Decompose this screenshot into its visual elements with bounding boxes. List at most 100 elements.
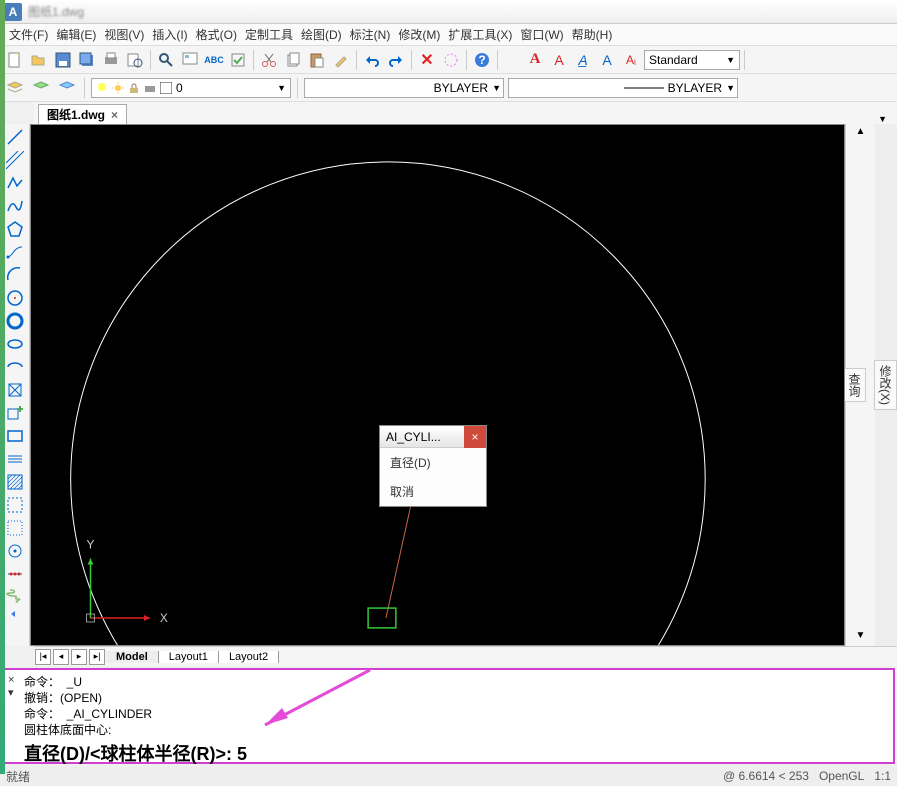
refresh-icon[interactable] [3, 609, 27, 631]
ellipse-icon[interactable] [3, 333, 27, 355]
textstyle-a3-icon[interactable]: A̲ [572, 49, 594, 71]
ellipse-arc-icon[interactable] [3, 356, 27, 378]
redo-icon[interactable] [385, 49, 407, 71]
scroll-up-icon[interactable]: ▲ [856, 126, 866, 140]
cmd-close-icon[interactable]: ×▾ [8, 674, 14, 699]
linetype-combo[interactable]: BYLAYER▼ [508, 78, 738, 98]
layout-tab-2[interactable]: Layout2 [219, 651, 279, 663]
draw-toolbar [0, 124, 30, 646]
spline-icon[interactable] [3, 195, 27, 217]
command-prompt[interactable]: 直径(D)/<球柱体半径(R)>: 5 [24, 740, 887, 766]
textstyle-a2-icon[interactable]: A [548, 49, 570, 71]
textstyle-combo[interactable]: Standard▼ [644, 50, 740, 70]
purge-icon[interactable] [440, 49, 462, 71]
divide-icon[interactable] [3, 563, 27, 585]
drawing-canvas[interactable]: X Y AI_CYLI... × 直径(D) 取消 [30, 124, 845, 646]
status-coords: @ 6.6614 < 253 [723, 769, 809, 783]
rectangle-icon[interactable] [3, 425, 27, 447]
tab-next-icon[interactable]: ▸ [71, 649, 87, 665]
layer-manager-icon[interactable] [4, 77, 26, 99]
circle-icon[interactable] [3, 287, 27, 309]
right-panel-tabs: 修改(X) 查询 视图 三维动态观察 绘图顺序 墙 [875, 124, 897, 646]
doc-tab-label: 图纸1.dwg [47, 106, 105, 123]
menu-draw[interactable]: 绘图(D) [298, 24, 345, 45]
saveall-icon[interactable] [76, 49, 98, 71]
menu-custom-tools[interactable]: 定制工具 [242, 24, 296, 45]
layout-tab-model[interactable]: Model [106, 651, 159, 663]
popup-diameter-option[interactable]: 直径(D) [380, 448, 486, 477]
help-icon[interactable]: ? [471, 49, 493, 71]
audit-icon[interactable] [227, 49, 249, 71]
textstyle-a4-icon[interactable]: A [596, 49, 618, 71]
boundary-icon[interactable] [3, 517, 27, 539]
donut-icon[interactable] [3, 310, 27, 332]
color-value: BYLAYER [434, 81, 488, 95]
ray-icon[interactable] [3, 241, 27, 263]
spell-icon[interactable]: ABC [203, 49, 225, 71]
status-text: 就绪 [6, 768, 30, 785]
open-icon[interactable] [28, 49, 50, 71]
layout-tab-1[interactable]: Layout1 [159, 651, 219, 663]
textstyle-value: Standard [649, 53, 698, 67]
tab-last-icon[interactable]: ▸| [89, 649, 105, 665]
standard-toolbar: ABC ✕ ? A A A̲ A Aᵢ Standard▼ [0, 46, 897, 74]
line-icon[interactable] [3, 126, 27, 148]
preview-icon[interactable] [179, 49, 201, 71]
tabs-overflow-icon[interactable]: ▼ [872, 114, 893, 124]
menu-edit[interactable]: 编辑(E) [53, 24, 99, 45]
layer-prev-icon[interactable] [30, 77, 52, 99]
tab-first-icon[interactable]: |◂ [35, 649, 51, 665]
print-icon[interactable] [100, 49, 122, 71]
matchprop-icon[interactable] [330, 49, 352, 71]
menu-view[interactable]: 视图(V) [101, 24, 147, 45]
arc-icon[interactable] [3, 264, 27, 286]
layer-states-icon[interactable] [56, 77, 78, 99]
menu-insert[interactable]: 插入(I) [149, 24, 190, 45]
make-block-icon[interactable] [3, 402, 27, 424]
popup-title: AI_CYLI... [386, 430, 441, 444]
new-icon[interactable] [4, 49, 26, 71]
helix-icon[interactable] [3, 586, 27, 608]
tab-prev-icon[interactable]: ◂ [53, 649, 69, 665]
color-swatch-icon [160, 82, 172, 94]
popup-cancel-option[interactable]: 取消 [380, 477, 486, 506]
panel-inquiry[interactable]: 查询 [843, 368, 866, 402]
menu-ext-tools[interactable]: 扩展工具(X) [445, 24, 515, 45]
color-combo[interactable]: BYLAYER▼ [304, 78, 504, 98]
scroll-down-icon[interactable]: ▼ [856, 630, 866, 644]
delete-icon[interactable]: ✕ [416, 49, 438, 71]
undo-icon[interactable] [361, 49, 383, 71]
textstyle-a1-icon[interactable]: A [524, 49, 546, 71]
svg-text:Y: Y [87, 538, 95, 552]
menu-format[interactable]: 格式(O) [193, 24, 240, 45]
menu-window[interactable]: 窗口(W) [517, 24, 566, 45]
save-icon[interactable] [52, 49, 74, 71]
cut-icon[interactable] [258, 49, 280, 71]
polygon-icon[interactable] [3, 218, 27, 240]
polyline-icon[interactable] [3, 172, 27, 194]
region-icon[interactable] [3, 494, 27, 516]
doc-tab-active[interactable]: 图纸1.dwg × [38, 104, 127, 124]
window-title: 图纸1.dwg [28, 3, 84, 20]
close-icon[interactable]: × [111, 108, 118, 122]
paste-icon[interactable] [306, 49, 328, 71]
copy-icon[interactable] [282, 49, 304, 71]
textstyle-a5-icon[interactable]: Aᵢ [620, 49, 642, 71]
layer-name: 0 [176, 81, 183, 95]
xline-icon[interactable] [3, 149, 27, 171]
panel-modify[interactable]: 修改(X) [874, 360, 897, 410]
layer-combo[interactable]: 0 ▼ [91, 78, 291, 98]
command-window[interactable]: ×▾ 命令： _U 撤销：(OPEN) 命令： _AI_CYLINDER 圆柱体… [2, 668, 895, 764]
menu-help[interactable]: 帮助(H) [569, 24, 616, 45]
svg-text:X: X [160, 611, 168, 625]
point-icon[interactable] [3, 540, 27, 562]
print-preview-icon[interactable] [124, 49, 146, 71]
block-icon[interactable] [3, 379, 27, 401]
hatch-icon[interactable] [3, 471, 27, 493]
mline-icon[interactable] [3, 448, 27, 470]
menu-annotate[interactable]: 标注(N) [347, 24, 394, 45]
popup-close-icon[interactable]: × [464, 426, 486, 448]
menu-file[interactable]: 文件(F) [6, 24, 51, 45]
find-icon[interactable] [155, 49, 177, 71]
menu-modify[interactable]: 修改(M) [395, 24, 443, 45]
